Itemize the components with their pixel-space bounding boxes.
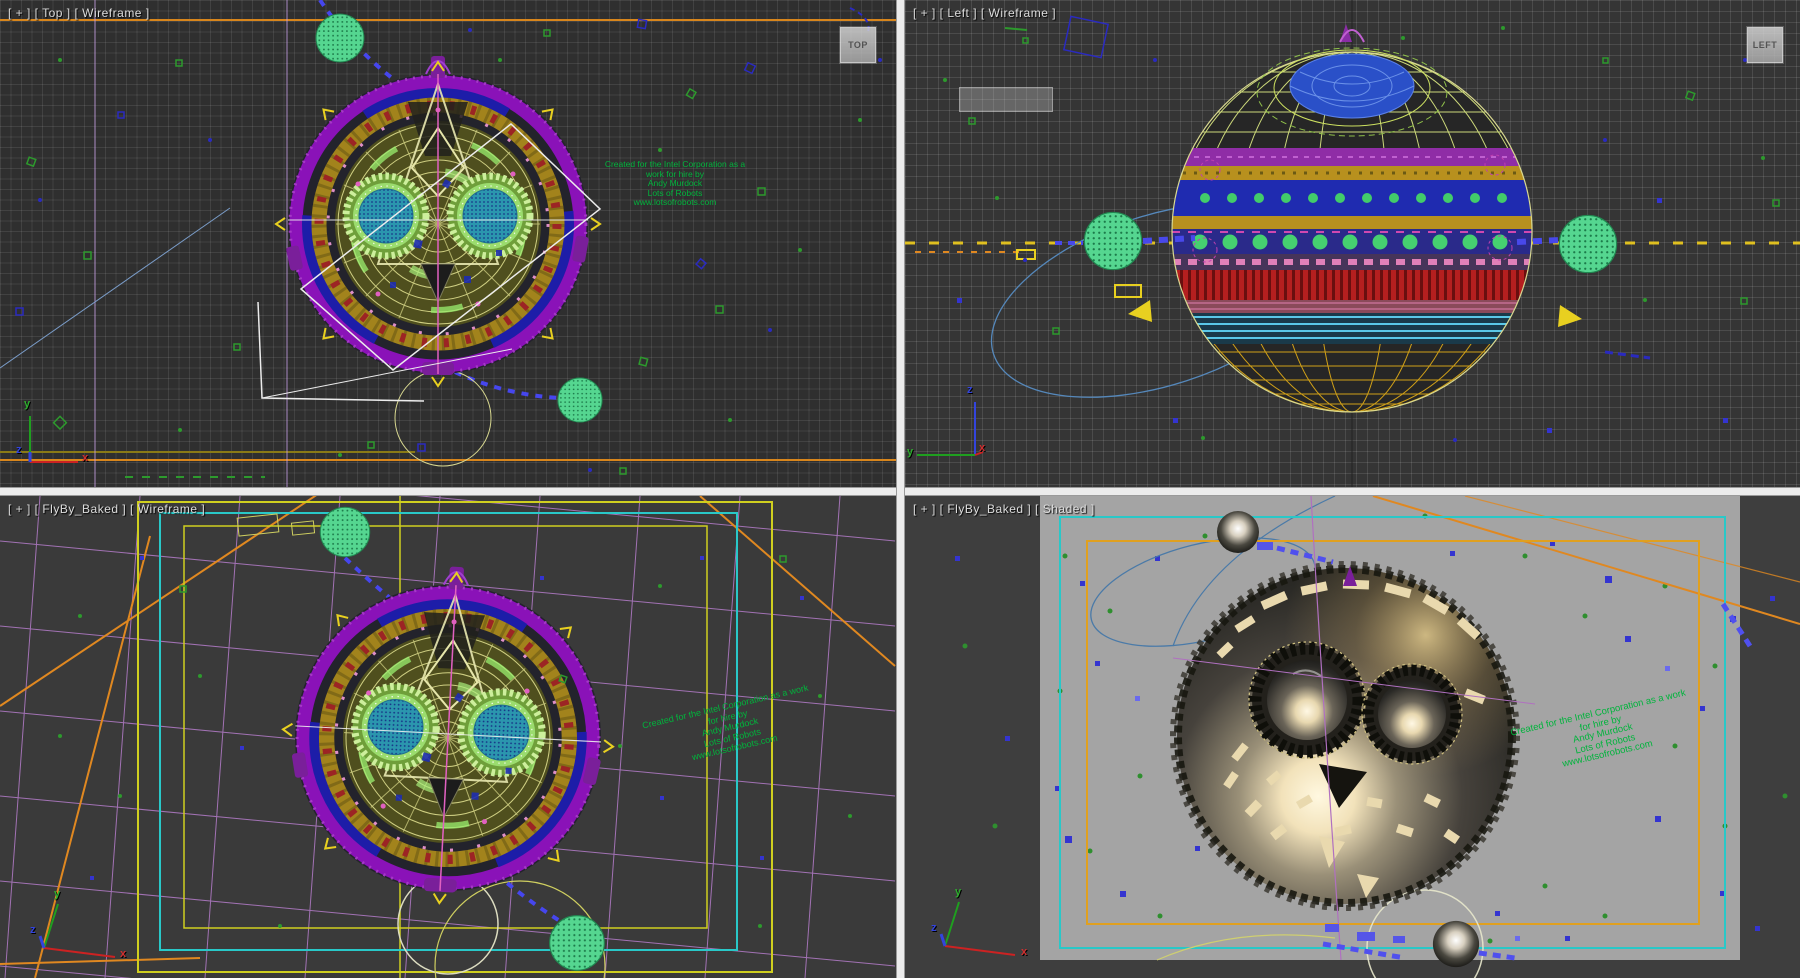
green-moon-sphere <box>320 507 369 556</box>
axis-tripod <box>0 888 140 968</box>
viewport-flyby-shaded[interactable]: [ + ] [ FlyBy_Baked ] [ Shaded ] Created… <box>905 496 1800 978</box>
shiny-moon-sphere <box>1433 921 1479 967</box>
green-moon-sphere <box>558 378 602 422</box>
robot-sphere-wireframe-flyby <box>274 558 622 911</box>
viewport-left[interactable]: [ + ] [ Left ] [ Wireframe ] LEFT z y x <box>905 0 1800 487</box>
robot-sphere-wireframe-top <box>276 56 600 386</box>
axis-x-label: x <box>979 442 985 454</box>
viewport-splitter-vertical[interactable] <box>896 0 905 978</box>
green-moon-sphere <box>1084 212 1141 269</box>
axis-tripod <box>905 392 1015 472</box>
viewcube-left[interactable]: LEFT <box>1747 27 1783 63</box>
green-moon-sphere <box>316 14 364 62</box>
viewport-left-canvas <box>905 0 1800 487</box>
green-moon-sphere <box>550 916 605 971</box>
viewport-flyby-wire-label[interactable]: [ + ] [ FlyBy_Baked ] [ Wireframe ] <box>8 502 205 516</box>
green-moon-sphere <box>1559 215 1616 272</box>
axis-y-label: y <box>907 446 913 458</box>
axis-x-label: x <box>120 948 126 960</box>
viewport-top-canvas <box>0 0 896 487</box>
axis-y-label: y <box>54 888 60 900</box>
viewport-left-label[interactable]: [ + ] [ Left ] [ Wireframe ] <box>913 6 1056 20</box>
viewport-top[interactable]: [ + ] [ Top ] [ Wireframe ] TOP Created … <box>0 0 896 487</box>
hud-ghost-box <box>959 87 1053 112</box>
axis-z-label: z <box>30 924 36 936</box>
right-eye <box>1362 664 1462 764</box>
axis-x-label: x <box>82 452 88 464</box>
viewport-top-label[interactable]: [ + ] [ Top ] [ Wireframe ] <box>8 6 150 20</box>
axis-y-label: y <box>955 886 961 898</box>
axis-z-label: z <box>16 444 22 456</box>
axis-z-label: z <box>967 384 973 396</box>
axis-tripod <box>6 402 126 482</box>
viewport-flyby-wireframe[interactable]: [ + ] [ FlyBy_Baked ] [ Wireframe ] Crea… <box>0 496 896 978</box>
viewport-quad-layout: [ + ] [ Top ] [ Wireframe ] TOP Created … <box>0 0 1800 978</box>
axis-y-label: y <box>24 398 30 410</box>
viewport-flyby-shaded-label[interactable]: [ + ] [ FlyBy_Baked ] [ Shaded ] <box>913 502 1095 516</box>
axis-z-label: z <box>931 922 937 934</box>
shiny-moon-sphere <box>1217 511 1259 553</box>
axis-x-label: x <box>1021 946 1027 958</box>
viewcube-top[interactable]: TOP <box>840 27 876 63</box>
